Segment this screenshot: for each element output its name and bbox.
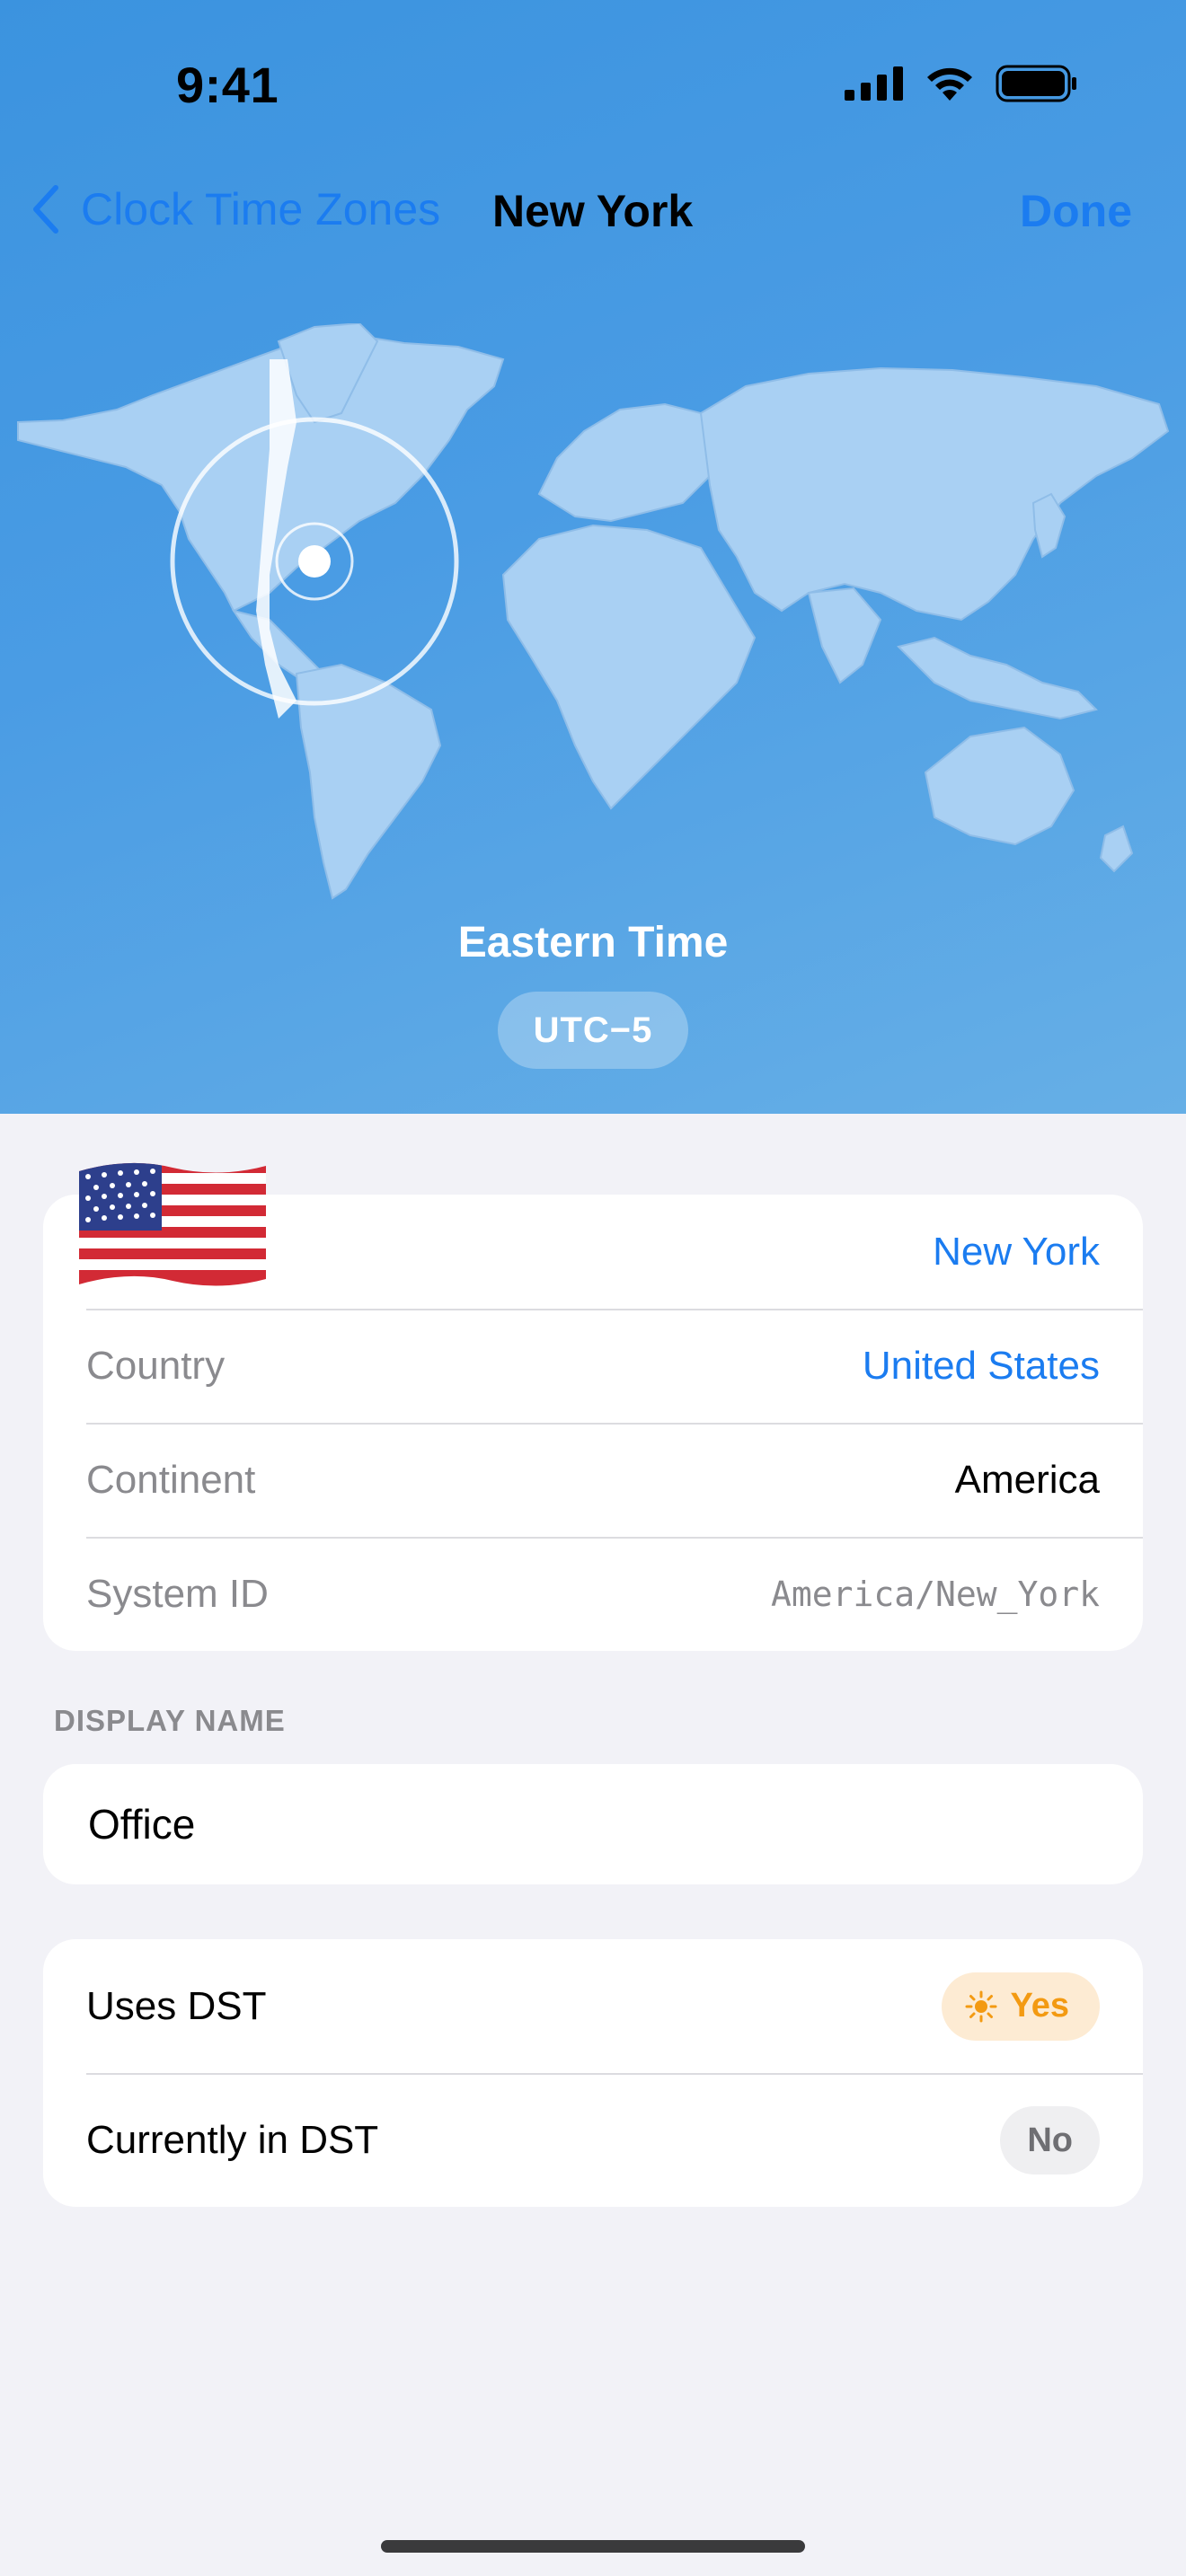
currently-dst-badge: No bbox=[1000, 2105, 1100, 2175]
currently-dst-row: Currently in DST No bbox=[43, 2073, 1143, 2207]
us-flag-icon bbox=[79, 1162, 266, 1286]
display-name-header: DISPLAY NAME bbox=[54, 1704, 286, 1737]
continent-value: America bbox=[954, 1457, 1100, 1502]
home-indicator[interactable] bbox=[381, 2540, 805, 2553]
timezone-name: Eastern Time bbox=[457, 919, 729, 966]
map-africa bbox=[501, 524, 757, 810]
uses-dst-badge: Yes bbox=[942, 1972, 1100, 2041]
location-marker-icon bbox=[298, 545, 331, 578]
map-new-zealand bbox=[1099, 825, 1134, 873]
map-south-america bbox=[295, 663, 442, 900]
sun-icon bbox=[965, 1990, 997, 2022]
currently-dst-label: Currently in DST bbox=[86, 2117, 379, 2162]
display-name-card bbox=[43, 1764, 1143, 1884]
uses-dst-value: Yes bbox=[1010, 1987, 1069, 2025]
country-value[interactable]: United States bbox=[863, 1344, 1100, 1389]
page-title: New York bbox=[492, 186, 694, 236]
wifi-icon bbox=[927, 67, 972, 101]
navigation-bar: Clock Time Zones New York Done bbox=[0, 171, 1186, 251]
country-label: Country bbox=[86, 1343, 226, 1388]
city-value[interactable]: New York bbox=[933, 1230, 1100, 1275]
map-southeast-asia bbox=[897, 636, 1098, 720]
back-button[interactable]: Clock Time Zones bbox=[31, 183, 440, 235]
back-button-label: Clock Time Zones bbox=[81, 184, 441, 234]
continent-row: Continent America bbox=[43, 1423, 1143, 1537]
status-icons bbox=[845, 65, 1078, 102]
utc-offset-badge: UTC−5 bbox=[498, 992, 688, 1069]
world-map bbox=[17, 323, 1170, 900]
display-name-row bbox=[43, 1764, 1143, 1884]
hero-map-header: 9:41 Clock Time Zones New York Done East… bbox=[0, 0, 1186, 1114]
system-id-value: America/New_York bbox=[770, 1574, 1100, 1614]
battery-icon bbox=[996, 65, 1076, 102]
uses-dst-row: Uses DST Yes bbox=[43, 1939, 1143, 2073]
status-time: 9:41 bbox=[176, 57, 279, 113]
country-row[interactable]: Country United States bbox=[43, 1309, 1143, 1423]
cellular-signal-icon bbox=[845, 66, 903, 101]
dst-card: Uses DST Yes Currently in DST No bbox=[43, 1939, 1143, 2207]
map-europe bbox=[537, 402, 721, 523]
uses-dst-label: Uses DST bbox=[86, 1983, 267, 2028]
done-button[interactable]: Done bbox=[1020, 185, 1132, 237]
display-name-input[interactable] bbox=[86, 1799, 1100, 1849]
map-asia bbox=[699, 366, 1170, 622]
continent-label: Continent bbox=[86, 1457, 256, 1502]
map-australia bbox=[924, 726, 1075, 846]
system-id-label: System ID bbox=[86, 1571, 269, 1616]
system-id-row: System ID America/New_York bbox=[43, 1537, 1143, 1651]
chevron-left-icon bbox=[33, 185, 58, 234]
map-india bbox=[807, 587, 882, 684]
